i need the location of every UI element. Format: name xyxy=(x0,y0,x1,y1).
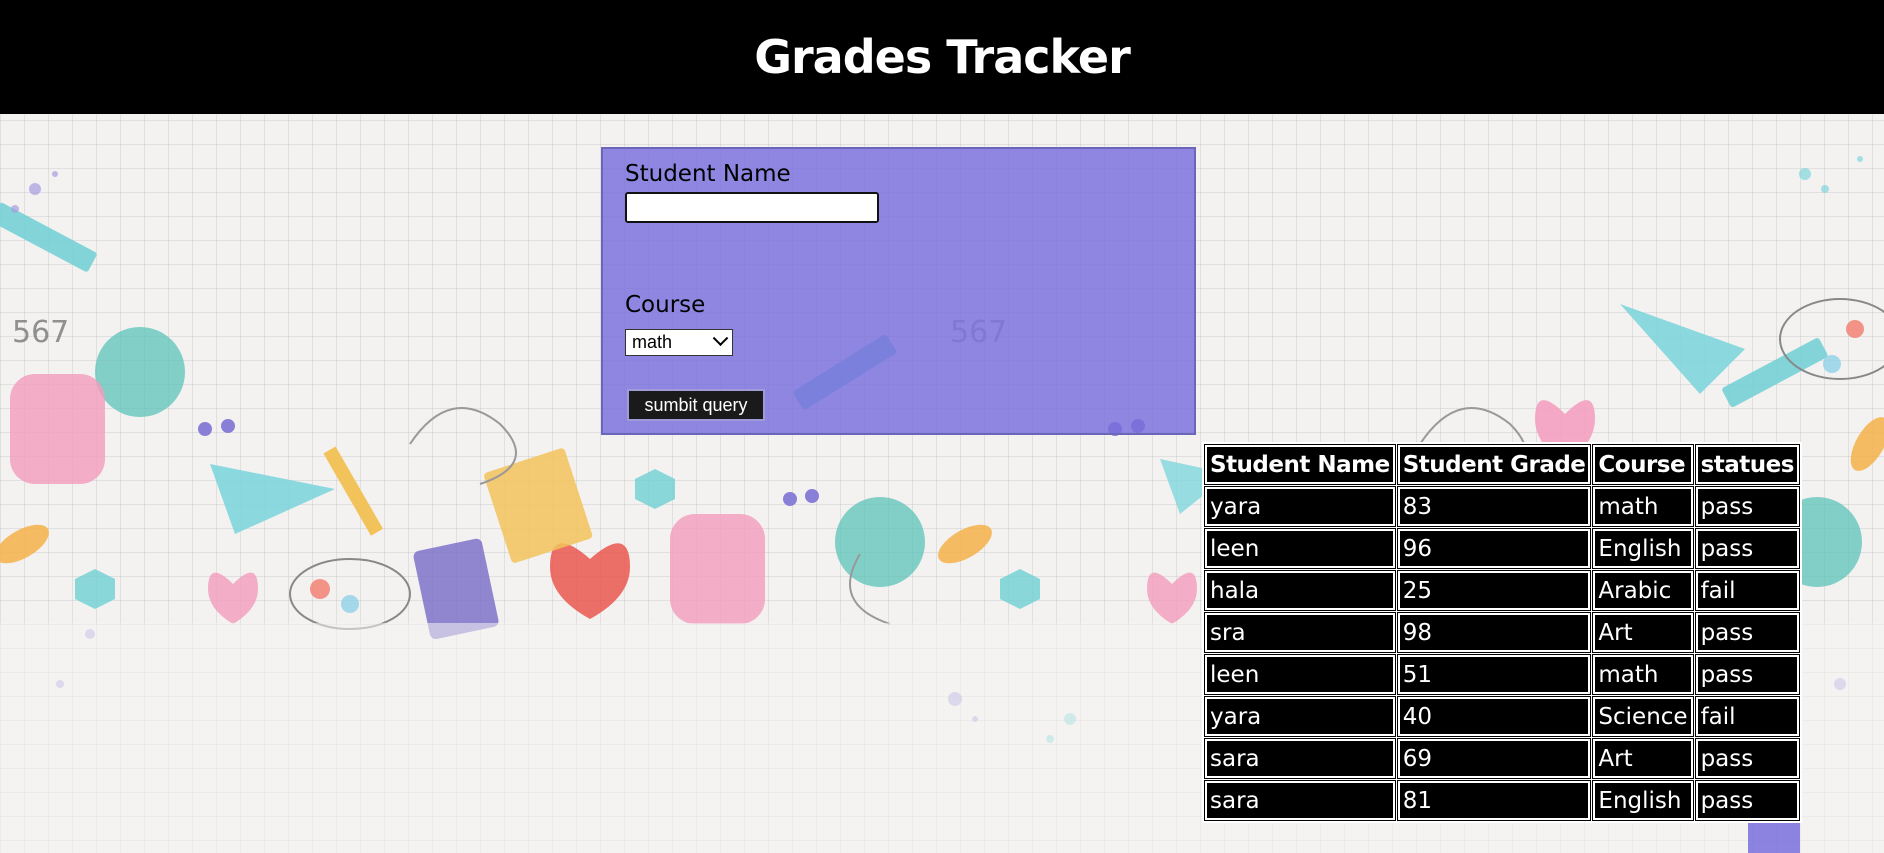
table-row: sara 69 Art pass xyxy=(1204,738,1800,779)
cell-student-name: sara xyxy=(1204,780,1396,821)
grades-table-container: Student Name Student Grade Course statue… xyxy=(1202,442,1802,853)
course-select-value: math xyxy=(632,332,673,352)
cell-student-name: leen xyxy=(1204,528,1396,569)
chevron-down-icon xyxy=(712,330,729,347)
column-header-student-grade: Student Grade xyxy=(1396,444,1592,485)
cell-student-grade: 25 xyxy=(1396,570,1592,611)
cell-student-grade: 40 xyxy=(1396,696,1592,737)
cell-course: Arabic xyxy=(1592,570,1694,611)
cell-status: fail xyxy=(1694,696,1800,737)
cell-student-grade: 96 xyxy=(1396,528,1592,569)
column-header-student-name: Student Name xyxy=(1204,444,1396,485)
table-row: yara 83 math pass xyxy=(1204,486,1800,527)
course-select[interactable]: math xyxy=(625,329,733,356)
cell-course: English xyxy=(1592,780,1694,821)
page-title: Grades Tracker xyxy=(754,30,1131,84)
cell-course: Art xyxy=(1592,738,1694,779)
column-header-statues: statues xyxy=(1694,444,1800,485)
table-row: leen 51 math pass xyxy=(1204,654,1800,695)
table-row: sra 98 Art pass xyxy=(1204,612,1800,653)
table-row: yara 40 Science fail xyxy=(1204,696,1800,737)
cell-course: Art xyxy=(1592,612,1694,653)
table-row: leen 96 English pass xyxy=(1204,528,1800,569)
cell-course: Science xyxy=(1592,696,1694,737)
grade-entry-form: Student Name Course math sumbit query xyxy=(601,147,1196,435)
cell-student-name: yara xyxy=(1204,486,1396,527)
table-header-row: Student Name Student Grade Course statue… xyxy=(1204,444,1800,485)
column-header-course: Course xyxy=(1592,444,1694,485)
cell-student-name: yara xyxy=(1204,696,1396,737)
cell-student-grade: 69 xyxy=(1396,738,1592,779)
grades-table: Student Name Student Grade Course statue… xyxy=(1202,442,1802,823)
cell-status: pass xyxy=(1694,780,1800,821)
cell-status: pass xyxy=(1694,612,1800,653)
cell-student-name: hala xyxy=(1204,570,1396,611)
cell-status: pass xyxy=(1694,654,1800,695)
cell-status: pass xyxy=(1694,486,1800,527)
student-name-input[interactable] xyxy=(625,192,879,223)
cell-status: fail xyxy=(1694,570,1800,611)
cell-status: pass xyxy=(1694,738,1800,779)
cell-student-grade: 81 xyxy=(1396,780,1592,821)
cell-student-name: leen xyxy=(1204,654,1396,695)
cell-student-name: sara xyxy=(1204,738,1396,779)
course-label: Course xyxy=(625,292,706,318)
cell-status: pass xyxy=(1694,528,1800,569)
cell-course: English xyxy=(1592,528,1694,569)
cell-student-grade: 83 xyxy=(1396,486,1592,527)
cell-course: math xyxy=(1592,486,1694,527)
table-row: sara 81 English pass xyxy=(1204,780,1800,821)
cell-student-name: sra xyxy=(1204,612,1396,653)
student-name-label: Student Name xyxy=(625,161,791,187)
cell-student-grade: 51 xyxy=(1396,654,1592,695)
app-header: Grades Tracker xyxy=(0,0,1884,114)
svg-text:567: 567 xyxy=(12,315,69,350)
cell-course: math xyxy=(1592,654,1694,695)
table-row: hala 25 Arabic fail xyxy=(1204,570,1800,611)
submit-button[interactable]: sumbit query xyxy=(627,389,765,421)
cell-student-grade: 98 xyxy=(1396,612,1592,653)
